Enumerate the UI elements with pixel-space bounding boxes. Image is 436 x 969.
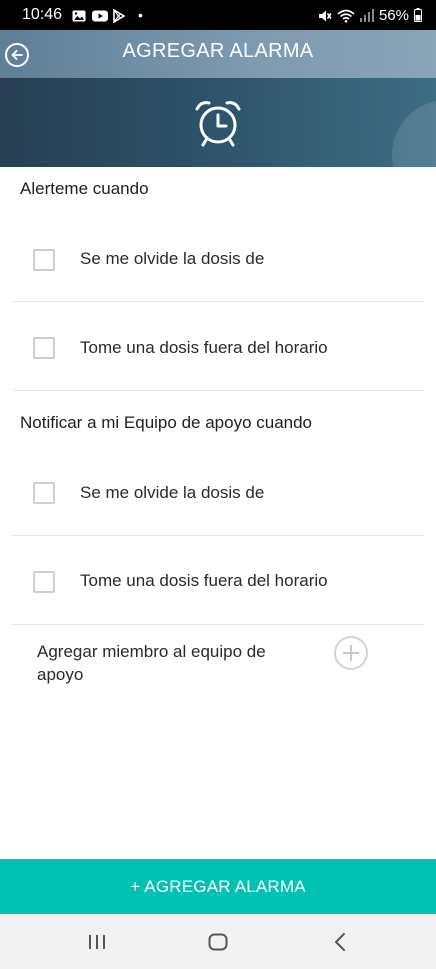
off-schedule-checkbox[interactable] xyxy=(33,337,55,359)
wifi-icon xyxy=(337,9,355,23)
play-store-icon xyxy=(112,8,126,24)
banner-decoration xyxy=(392,100,436,167)
divider xyxy=(12,390,424,391)
signal-icon xyxy=(359,9,374,22)
youtube-icon xyxy=(92,9,109,22)
plus-circle-icon[interactable] xyxy=(334,636,368,670)
option-label: Tome una dosis fuera del horario xyxy=(80,571,328,590)
status-dot: • xyxy=(138,7,143,23)
section-title-alert-me: Alerteme cuando xyxy=(20,179,149,198)
status-bar: 10:46 • 56% xyxy=(0,0,436,30)
app-header: AGREGAR ALARMA xyxy=(0,30,436,78)
option-row-off-schedule[interactable]: Tome una dosis fuera del horario xyxy=(0,302,436,391)
missed-dose-checkbox[interactable] xyxy=(33,249,55,271)
option-label: Se me olvide la dosis de xyxy=(80,483,265,502)
battery-icon xyxy=(414,8,422,22)
mute-icon xyxy=(318,9,332,22)
add-member-label: Agregar miembro al equipo de apoyo xyxy=(37,642,266,684)
option-label: Tome una dosis fuera del horario xyxy=(80,338,328,357)
option-row-team-missed-dose[interactable]: Se me olvide la dosis de xyxy=(0,448,436,537)
status-left: 10:46 • xyxy=(22,6,143,24)
option-label: Se me olvide la dosis de xyxy=(80,249,265,268)
add-member-row: Agregar miembro al equipo de apoyo xyxy=(0,624,436,699)
alarm-clock-icon xyxy=(195,101,241,147)
header-banner xyxy=(0,78,436,167)
add-alarm-button[interactable]: + AGREGAR ALARMA xyxy=(0,859,436,914)
status-time: 10:46 xyxy=(22,6,63,23)
option-row-missed-dose[interactable]: Se me olvide la dosis de xyxy=(0,214,436,303)
gallery-icon xyxy=(72,9,86,22)
home-icon[interactable] xyxy=(207,931,229,953)
page-title: AGREGAR ALARMA xyxy=(122,40,314,62)
team-off-schedule-checkbox[interactable] xyxy=(33,571,55,593)
system-nav-bar xyxy=(0,914,436,969)
team-missed-dose-checkbox[interactable] xyxy=(33,482,55,504)
back-icon[interactable] xyxy=(330,931,352,953)
option-row-team-off-schedule[interactable]: Tome una dosis fuera del horario xyxy=(0,536,436,625)
status-right: 56% xyxy=(318,7,422,24)
section-title-notify-team: Notificar a mi Equipo de apoyo cuando xyxy=(20,413,313,432)
battery-percent: 56% xyxy=(378,6,409,24)
recent-apps-icon[interactable] xyxy=(86,931,108,953)
